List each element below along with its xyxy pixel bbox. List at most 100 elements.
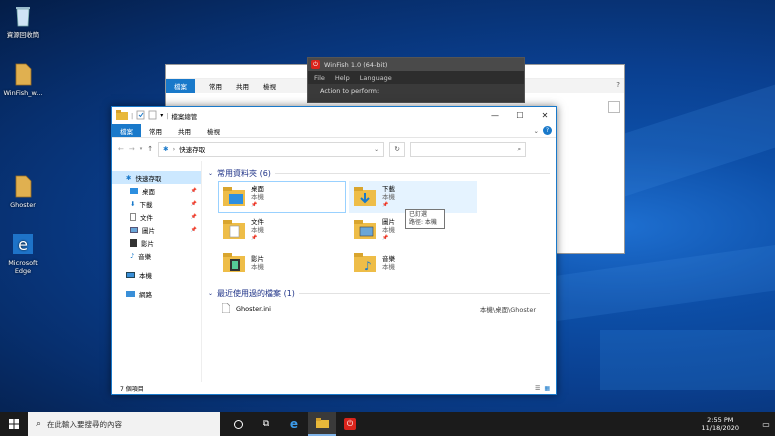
address-bar[interactable]: ✱ › 快速存取 ⌄ <box>158 141 385 157</box>
pin-icon[interactable]: 📌 <box>191 188 197 194</box>
folder-location: 本機 <box>382 193 395 201</box>
chevron-down-icon[interactable]: ⌄ <box>374 146 379 153</box>
pin-icon[interactable]: 📌 <box>191 227 197 233</box>
nav-item-network[interactable]: 網路 <box>112 287 201 300</box>
search-input[interactable]: ⌕ <box>410 141 527 157</box>
chevron-down-icon[interactable]: ▾ <box>160 112 163 119</box>
properties-icon[interactable] <box>136 110 145 122</box>
music-folder-icon: ♪ <box>354 252 376 274</box>
tab-share[interactable]: 共用 <box>170 124 199 137</box>
details-view-icon[interactable]: ☰ <box>535 385 540 392</box>
nav-label: 影片 <box>141 239 154 248</box>
chevron-down-icon: ⌄ <box>208 289 214 297</box>
section-title: 常用資料夾 (6) <box>217 168 271 178</box>
pin-icon[interactable]: 📌 <box>191 201 197 207</box>
content-pane: ⌄ 常用資料夾 (6) 桌面 本機 📌 下載 本機 📌 文件 本機 📌 圖片 本… <box>202 161 556 382</box>
tab-home[interactable]: 常用 <box>141 124 170 137</box>
chevron-down-icon[interactable]: ⌄ <box>534 127 539 135</box>
close-button[interactable]: ✕ <box>534 107 556 124</box>
taskbar-edge[interactable]: e <box>280 412 308 436</box>
pin-icon[interactable]: 📌 <box>191 214 197 220</box>
folder-location: 本機 <box>382 226 395 234</box>
nav-item-music[interactable]: ♪ 音樂 <box>112 249 201 262</box>
edge-icon: e <box>12 232 34 256</box>
help-icon[interactable]: ? <box>616 81 620 89</box>
explorer-body: ✱ 快速存取 桌面 📌 ⬇ 下載 📌 文件 📌 圖片 📌 影片 ♪ 音樂 本機 網路 ⌄ 常… <box>112 161 556 382</box>
search-icon[interactable] <box>608 101 620 113</box>
nav-label: 桌面 <box>142 187 155 196</box>
bg-tab[interactable]: 檢視 <box>263 81 276 91</box>
tab-file[interactable]: 檔案 <box>112 124 141 137</box>
winfish-window[interactable]: ⏻ WinFish 1.0 (64-bit) File Help Languag… <box>307 57 525 103</box>
recent-files-header[interactable]: ⌄ 最近使用過的檔案 (1) <box>208 285 556 301</box>
desktop-icon-edge[interactable]: e Microsoft Edge <box>0 232 46 275</box>
svg-text:♪: ♪ <box>364 259 372 272</box>
back-arrow-icon[interactable]: ← <box>118 145 124 153</box>
pin-icon: 📌 <box>382 202 389 208</box>
recent-locations-icon[interactable]: ▾ <box>140 146 143 152</box>
frequent-folders-header[interactable]: ⌄ 常用資料夾 (6) <box>208 165 556 181</box>
status-bar: 7 個項目 ☰ ▦ <box>112 382 556 394</box>
nav-label: 音樂 <box>138 252 152 261</box>
nav-item-documents[interactable]: 文件 📌 <box>112 210 201 223</box>
nav-item-quick-access[interactable]: ✱ 快速存取 <box>112 171 201 184</box>
clock-time: 2:55 PM <box>707 416 734 424</box>
minimize-button[interactable]: — <box>484 107 506 124</box>
quick-access-star-icon: ✱ <box>126 173 132 182</box>
folder-tile-music[interactable]: ♪ 音樂 本機 <box>349 247 477 279</box>
window-title: 檔案總管 <box>171 112 198 121</box>
nav-label: 下載 <box>139 200 153 209</box>
folder-tile-desktop[interactable]: 桌面 本機 📌 <box>218 181 346 213</box>
explorer-titlebar: | ▾ | 檔案總管 — ☐ ✕ <box>112 107 556 124</box>
new-folder-icon[interactable] <box>148 110 157 122</box>
taskbar-file-explorer[interactable] <box>308 412 336 436</box>
cortana-button[interactable] <box>224 412 252 436</box>
menu-file[interactable]: File <box>314 74 325 82</box>
folder-tile-documents[interactable]: 文件 本機 📌 <box>218 214 346 246</box>
menu-help[interactable]: Help <box>335 74 350 82</box>
folder-name: 音樂 <box>382 255 395 263</box>
notification-button[interactable]: ▭ <box>757 412 775 436</box>
task-view-button[interactable]: ⧉ <box>252 412 280 436</box>
desktop-icon-recycle-bin[interactable]: 資源回收筒 <box>0 4 46 39</box>
nav-item-videos[interactable]: 影片 <box>112 236 201 249</box>
file-icon <box>12 174 34 198</box>
up-arrow-icon[interactable]: ↑ <box>147 145 153 153</box>
search-icon: ⌕ <box>517 144 522 153</box>
recent-file-row[interactable]: Ghoster.ini 本機\桌面\Ghoster <box>221 301 556 317</box>
bg-tab[interactable]: 常用 <box>209 81 222 91</box>
download-icon: ⬇ <box>130 199 136 208</box>
bg-tab[interactable]: 共用 <box>236 81 249 91</box>
computer-icon <box>126 271 135 278</box>
desktop-icon-ghoster[interactable]: Ghoster <box>0 174 46 209</box>
refresh-button[interactable]: ↻ <box>389 141 406 157</box>
refresh-icon: ↻ <box>394 145 400 153</box>
recycle-bin-icon <box>12 4 34 28</box>
nav-item-downloads[interactable]: ⬇ 下載 📌 <box>112 197 201 210</box>
large-icons-view-icon[interactable]: ▦ <box>544 385 550 392</box>
forward-arrow-icon[interactable]: → <box>129 145 135 153</box>
desktop-icon-winfish[interactable]: WinFish_w... <box>0 62 46 97</box>
picture-folder-icon <box>354 219 376 241</box>
nav-item-desktop[interactable]: 桌面 📌 <box>112 184 201 197</box>
taskbar-search-box[interactable]: ⌕ 在此輸入要搜尋的內容 <box>28 412 220 436</box>
pin-icon: 📌 <box>251 202 258 208</box>
task-view-icon: ⧉ <box>262 419 270 429</box>
menu-language[interactable]: Language <box>360 74 392 82</box>
taskbar-winfish[interactable]: ⏻ <box>336 412 364 436</box>
maximize-button[interactable]: ☐ <box>509 107 531 124</box>
start-button[interactable] <box>0 412 28 436</box>
desktop-icon <box>130 187 138 194</box>
folder-location: 本機 <box>251 226 264 234</box>
nav-item-this-pc[interactable]: 本機 <box>112 268 201 281</box>
ribbon: 檔案 常用 共用 檢視 ⌄ ? <box>112 124 556 138</box>
pin-icon: 📌 <box>382 235 389 241</box>
clock[interactable]: 2:55 PM 11/18/2020 <box>702 416 757 432</box>
bg-tab[interactable]: 檔案 <box>166 79 195 93</box>
tab-view[interactable]: 檢視 <box>199 124 228 137</box>
folder-name: 下載 <box>382 185 395 193</box>
nav-item-pictures[interactable]: 圖片 📌 <box>112 223 201 236</box>
explorer-window[interactable]: | ▾ | 檔案總管 — ☐ ✕ 檔案 常用 共用 檢視 ⌄ ? ← → ▾ ↑… <box>111 106 557 395</box>
help-icon[interactable]: ? <box>543 126 552 135</box>
folder-tile-videos[interactable]: 影片 本機 <box>218 247 346 279</box>
